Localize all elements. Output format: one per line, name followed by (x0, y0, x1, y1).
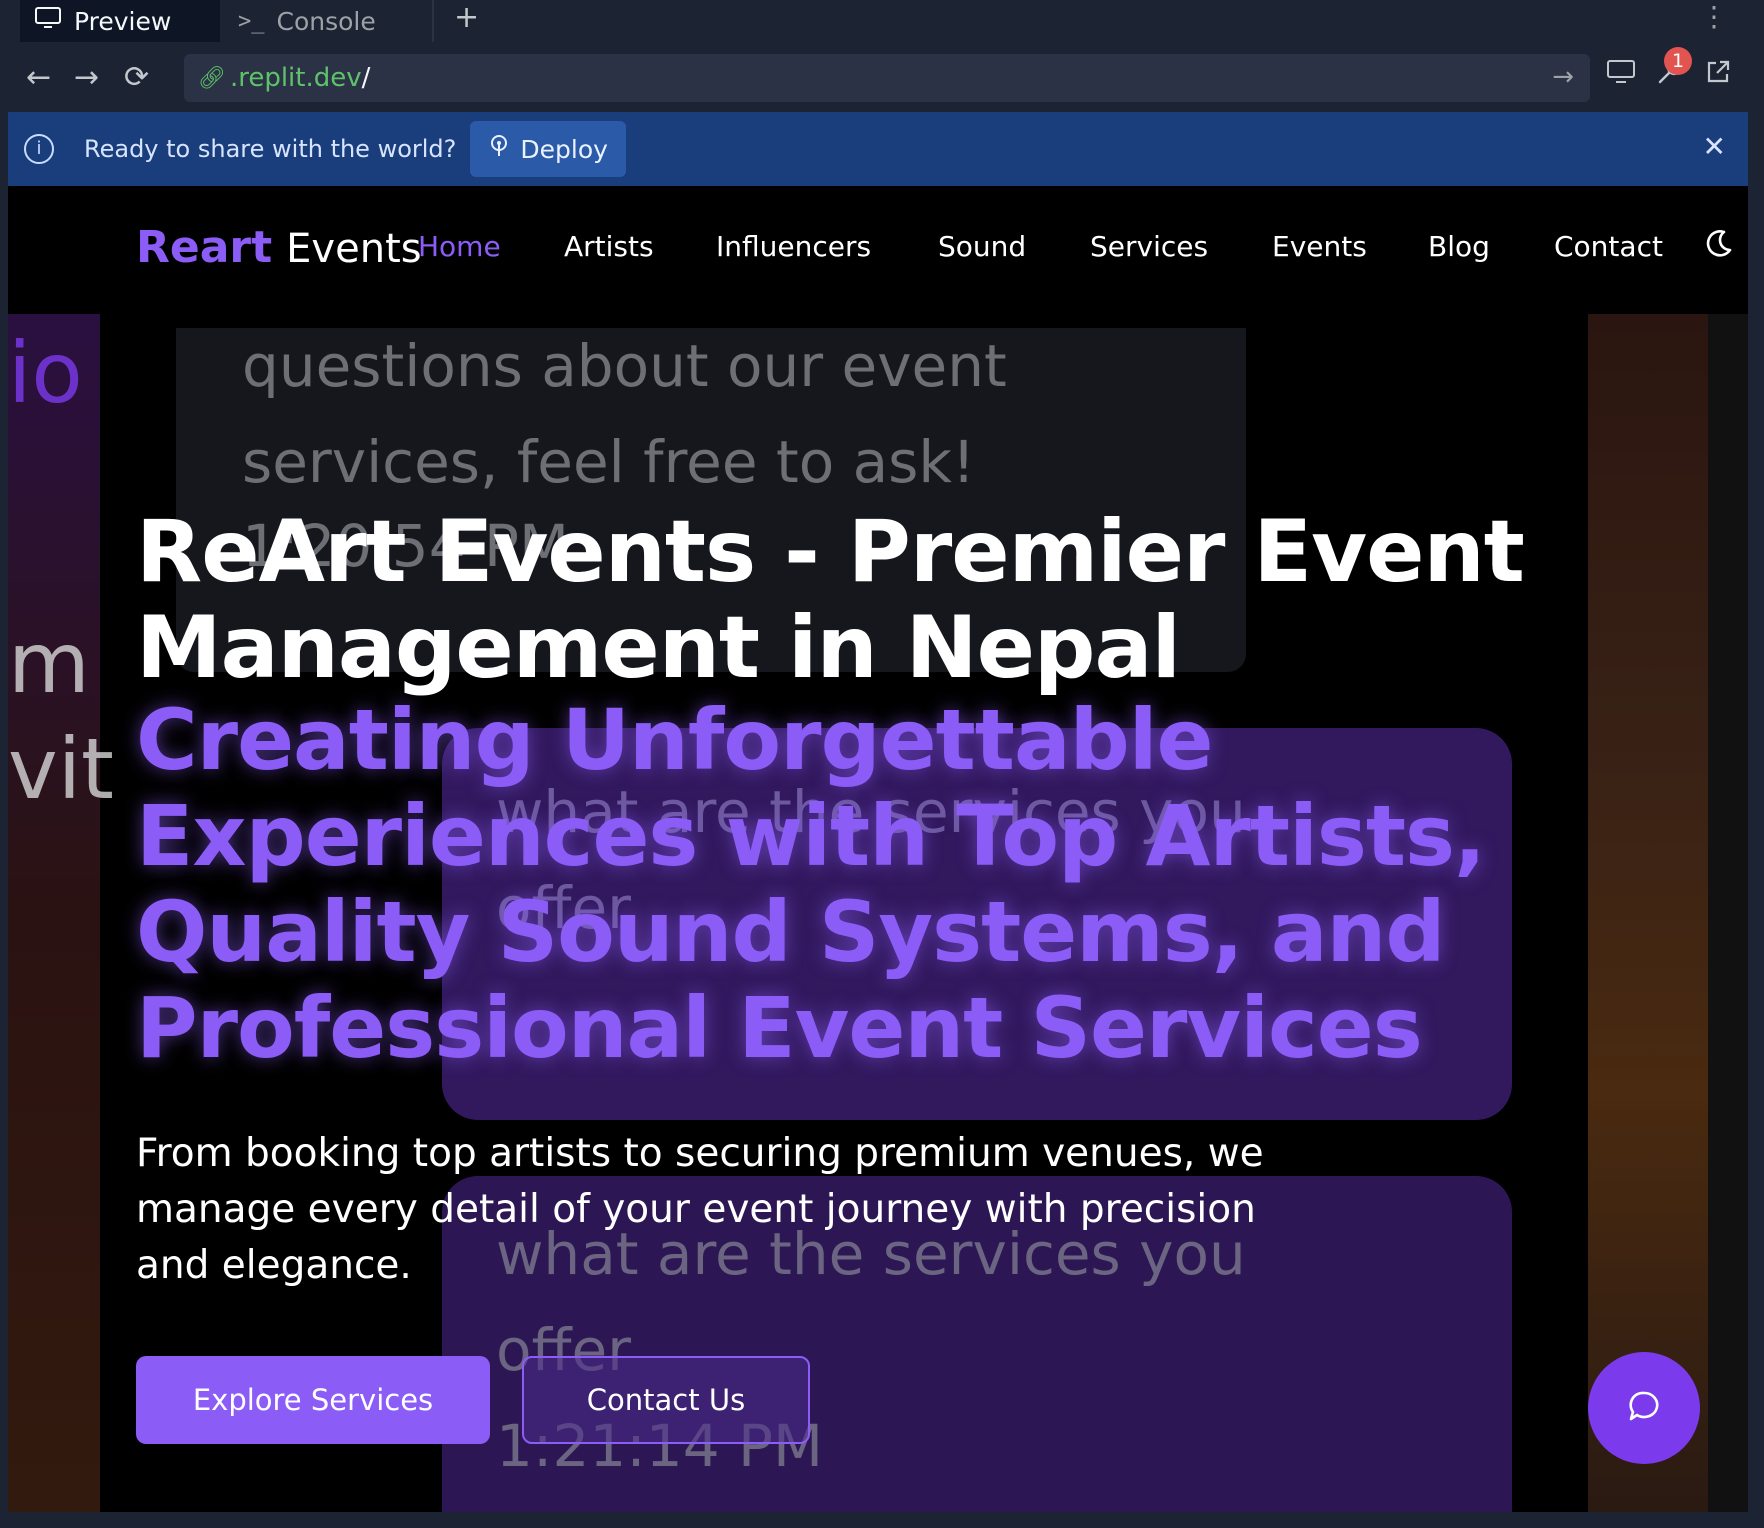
contact-us-button[interactable]: Contact Us (522, 1356, 810, 1444)
close-icon[interactable]: ✕ (1703, 130, 1726, 163)
ghost-fragment: io (8, 324, 83, 422)
site-viewport: io m vit questions about our event servi… (8, 186, 1748, 1512)
url-input[interactable]: 🔗︎ .replit.dev / → (184, 54, 1590, 102)
tab-console-label: Console (276, 6, 376, 36)
window-bottom-edge (0, 1512, 1764, 1528)
tab-divider (432, 0, 434, 42)
nav-services[interactable]: Services (1090, 230, 1208, 263)
deploy-label: Deploy (520, 134, 608, 164)
nav-links: Home Artists Influencers Sound Services … (8, 230, 1748, 270)
nav-influencers[interactable]: Influencers (716, 230, 871, 263)
hero-subtitle: Creating Unforgettable Experiences with … (136, 691, 1486, 1077)
explore-services-button[interactable]: Explore Services (136, 1356, 490, 1444)
hero-description: From booking top artists to securing pre… (136, 1131, 1264, 1288)
ghost-chat-text: questions about our event services, feel… (242, 332, 1007, 496)
url-host: .replit.dev (229, 63, 362, 93)
deploy-icon (488, 134, 510, 164)
terminal-icon: >_ (238, 8, 265, 34)
info-icon: i (24, 134, 54, 164)
nav-blog[interactable]: Blog (1428, 230, 1490, 263)
chat-button[interactable] (1588, 1352, 1700, 1464)
notification-badge: 1 (1664, 47, 1692, 75)
tab-bar: Preview >_ Console + ⋮ (8, 0, 1748, 42)
site-navbar: Reart Events Home Artists Influencers Sou… (8, 186, 1748, 314)
ghost-fragment: vit (8, 720, 114, 818)
moon-icon[interactable] (1700, 226, 1736, 262)
hero-background-right (1588, 314, 1748, 1512)
forward-arrow-icon[interactable]: → (74, 60, 99, 95)
link-icon: 🔗︎ (198, 65, 226, 91)
nav-contact[interactable]: Contact (1554, 230, 1663, 263)
ghost-fragment: m (8, 614, 90, 712)
banner-message: Ready to share with the world? (84, 135, 457, 163)
back-arrow-icon[interactable]: ← (26, 60, 51, 95)
nav-sound[interactable]: Sound (938, 230, 1026, 263)
go-arrow-icon[interactable]: → (1552, 62, 1574, 92)
more-options-icon[interactable]: ⋮ (1700, 0, 1728, 33)
browser-frame: Preview >_ Console + ⋮ ← → ⟳ 🔗︎ .replit.… (0, 0, 1764, 1528)
hero-background-left: io m vit (8, 314, 114, 1512)
nav-home[interactable]: Home (418, 230, 501, 263)
tab-preview[interactable]: Preview (20, 0, 220, 42)
chat-bubble-icon (1627, 1389, 1661, 1427)
tab-preview-label: Preview (74, 6, 172, 36)
deploy-button[interactable]: Deploy (470, 121, 626, 177)
nav-events[interactable]: Events (1272, 230, 1367, 263)
nav-artists[interactable]: Artists (564, 230, 654, 263)
address-row: ← → ⟳ 🔗︎ .replit.dev / → 1 (8, 42, 1748, 112)
open-external-icon[interactable] (1704, 58, 1732, 93)
monitor-icon (34, 6, 62, 36)
url-path: / (361, 63, 371, 93)
deploy-banner: i Ready to share with the world? Deploy … (8, 112, 1748, 186)
tab-console[interactable]: >_ Console (222, 0, 432, 42)
hero-title: ReArt Events - Premier Event Management … (136, 502, 1525, 698)
devices-icon[interactable] (1606, 58, 1636, 93)
add-tab-button[interactable]: + (454, 0, 479, 35)
reload-icon[interactable]: ⟳ (124, 60, 149, 95)
